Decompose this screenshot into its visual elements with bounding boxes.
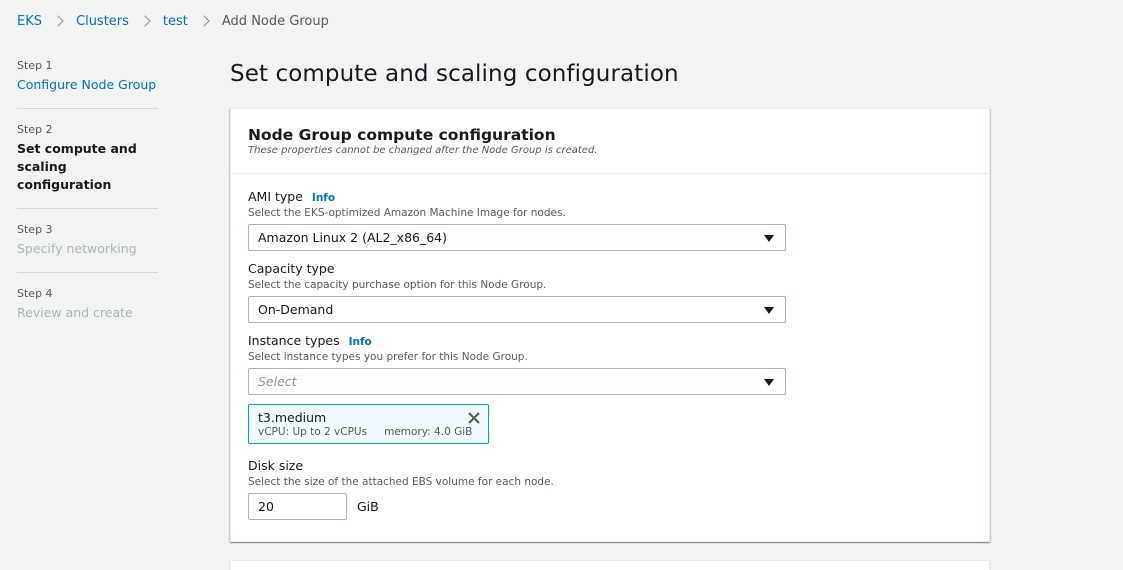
disk-size-label: Disk size <box>248 458 304 473</box>
disk-size-description: Select the size of the attached EBS volu… <box>248 476 554 488</box>
capacity-type-value: On-Demand <box>258 302 334 317</box>
step-4: Step 4 Review and create <box>17 287 158 336</box>
ami-type-select[interactable]: Amazon Linux 2 (AL2_x86_64) <box>248 224 786 251</box>
token-vcpu: vCPU: Up to 2 vCPUs <box>258 426 368 438</box>
close-icon[interactable] <box>467 411 481 425</box>
panel-header: Node Group compute configuration These p… <box>231 109 989 174</box>
step-2-title: Set compute and scaling configuration <box>17 141 137 192</box>
breadcrumb: EKS Clusters test Add Node Group <box>17 12 329 30</box>
step-1: Step 1 Configure Node Group <box>17 59 158 109</box>
step-2: Step 2 Set compute and scaling configura… <box>17 123 158 209</box>
caret-down-icon <box>764 235 774 242</box>
token-name: t3.medium <box>258 410 327 425</box>
instance-types-label: Instance types <box>248 333 340 348</box>
capacity-type-select[interactable]: On-Demand <box>248 296 786 323</box>
ami-type-value: Amazon Linux 2 (AL2_x86_64) <box>258 230 448 245</box>
step-number: Step 3 <box>17 223 53 236</box>
breadcrumb-clusters[interactable]: Clusters <box>76 14 129 29</box>
step-4-title: Review and create <box>17 305 133 320</box>
ami-type-label: AMI type <box>248 189 303 204</box>
step-3: Step 3 Specify networking <box>17 223 158 273</box>
panel-body: AMI type Info Select the EKS-optimized A… <box>231 174 989 520</box>
page: EKS Clusters test Add Node Group Step 1 … <box>0 0 1123 570</box>
instance-types-field: Instance types Info Select instance type… <box>248 333 972 444</box>
next-panel <box>230 560 990 570</box>
panel-title: Node Group compute configuration <box>248 126 556 144</box>
breadcrumb-test[interactable]: test <box>163 14 188 29</box>
panel-description: These properties cannot be changed after… <box>248 145 598 156</box>
instance-token: t3.medium vCPU: Up to 2 vCPUs memory: 4.0… <box>248 404 489 444</box>
instance-types-description: Select instance types you prefer for thi… <box>248 351 528 363</box>
token-memory: memory: 4.0 GiB <box>384 426 473 438</box>
ami-type-description: Select the EKS-optimized Amazon Machine … <box>248 207 566 219</box>
compute-config-panel: Node Group compute configuration These p… <box>230 108 990 542</box>
page-title: Set compute and scaling configuration <box>230 61 679 87</box>
disk-size-field: Disk size Select the size of the attache… <box>248 458 972 520</box>
step-number: Step 2 <box>17 123 53 136</box>
disk-size-unit: GiB <box>357 499 379 514</box>
wizard-steps: Step 1 Configure Node Group Step 2 Set c… <box>17 59 158 350</box>
token-details: vCPU: Up to 2 vCPUs memory: 4.0 GiB <box>258 425 479 439</box>
breadcrumb-eks[interactable]: EKS <box>17 14 42 29</box>
caret-down-icon <box>764 379 774 386</box>
caret-down-icon <box>764 307 774 314</box>
step-number: Step 1 <box>17 59 53 72</box>
capacity-type-field: Capacity type Select the capacity purcha… <box>248 261 972 323</box>
capacity-type-label: Capacity type <box>248 261 335 276</box>
instance-types-select[interactable]: Select <box>248 368 786 395</box>
ami-type-field: AMI type Info Select the EKS-optimized A… <box>248 189 972 251</box>
breadcrumb-current: Add Node Group <box>221 13 329 29</box>
capacity-type-description: Select the capacity purchase option for … <box>248 279 547 291</box>
step-1-link[interactable]: Configure Node Group <box>17 76 158 94</box>
chevron-right-icon <box>139 15 151 27</box>
disk-size-input[interactable] <box>248 493 347 520</box>
ami-info-link[interactable]: Info <box>312 192 335 204</box>
step-3-title: Specify networking <box>17 241 137 256</box>
chevron-right-icon <box>198 15 210 27</box>
step-number: Step 4 <box>17 287 53 300</box>
instance-types-placeholder: Select <box>258 374 297 389</box>
instance-info-link[interactable]: Info <box>349 336 372 348</box>
chevron-right-icon <box>52 15 64 27</box>
